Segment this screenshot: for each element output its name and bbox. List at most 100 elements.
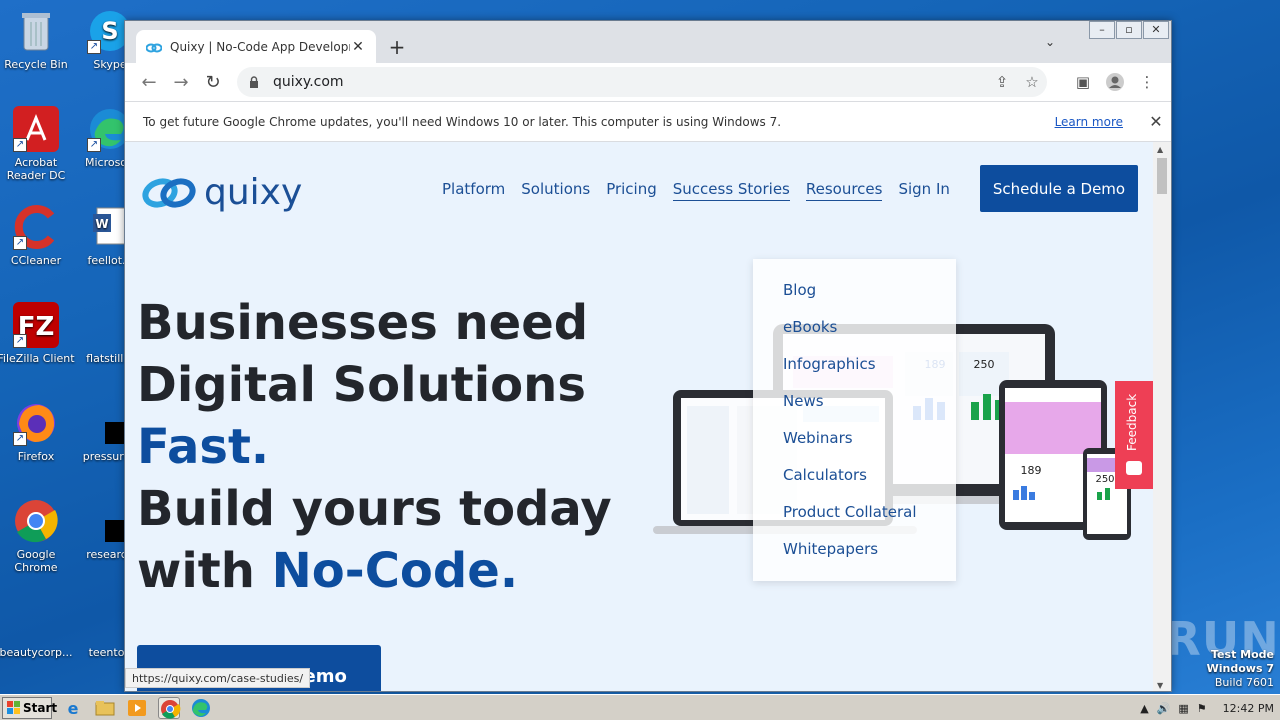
chrome-icon bbox=[13, 498, 59, 544]
internet-explorer-icon[interactable]: e bbox=[62, 697, 84, 719]
desktop-icon-ccleaner[interactable]: ↗ CCleaner bbox=[0, 204, 76, 267]
desktop-icon-label: FileZilla Client bbox=[0, 352, 75, 365]
start-button[interactable]: Start bbox=[2, 696, 57, 719]
nav-pricing[interactable]: Pricing bbox=[606, 180, 657, 201]
desktop-icon-acrobat[interactable]: ↗ Acrobat Reader DC bbox=[0, 106, 76, 182]
dropdown-item-news[interactable]: News bbox=[753, 390, 956, 427]
nav-success-stories[interactable]: Success Stories bbox=[672, 180, 790, 201]
hero-line: Build yours today bbox=[137, 481, 612, 537]
bookmark-star-icon[interactable]: ☆ bbox=[1017, 73, 1047, 91]
stat-value: 250 bbox=[1095, 474, 1114, 485]
new-tab-icon[interactable]: + bbox=[387, 35, 407, 59]
tab-close-icon[interactable]: ✕ bbox=[350, 39, 366, 55]
nav-sign-in[interactable]: Sign In bbox=[898, 180, 949, 201]
maximize-icon[interactable]: ▫ bbox=[1116, 21, 1142, 39]
nav-solutions[interactable]: Solutions bbox=[521, 180, 590, 201]
tab-quixy[interactable]: Quixy | No-Code App Development ✕ bbox=[136, 30, 376, 63]
page-scrollbar[interactable]: ▲ ▼ bbox=[1153, 142, 1171, 691]
infobar-close-icon[interactable]: ✕ bbox=[1141, 112, 1171, 131]
desktop-icon-beautycorp[interactable]: beautycorp... bbox=[0, 596, 76, 659]
window-controls: – ▫ ✕ bbox=[1088, 21, 1169, 39]
hero-line: Digital Solutions bbox=[137, 357, 586, 413]
scroll-thumb[interactable] bbox=[1157, 158, 1167, 194]
schedule-demo-top-button[interactable]: Schedule a Demo bbox=[980, 165, 1138, 212]
desktop-icon-label: CCleaner bbox=[10, 254, 62, 267]
tab-search-chevron-icon[interactable]: ⌄ bbox=[1045, 35, 1055, 49]
url-text: quixy.com bbox=[273, 74, 344, 90]
tab-strip: Quixy | No-Code App Development ✕ + ⌄ – … bbox=[125, 21, 1171, 63]
desktop-icon-firefox[interactable]: ↗ Firefox bbox=[0, 400, 76, 463]
action-center-flag-icon[interactable]: ⚑ bbox=[1197, 702, 1207, 715]
scroll-up-icon[interactable]: ▲ bbox=[1157, 145, 1163, 154]
build-line: Build 7601 bbox=[1214, 676, 1274, 689]
dropdown-item-product-collateral[interactable]: Product Collateral bbox=[753, 501, 956, 538]
back-arrow-icon[interactable]: ← bbox=[133, 72, 165, 93]
ccleaner-icon: ↗ bbox=[13, 204, 59, 250]
desktop-icon-label: Google Chrome bbox=[14, 548, 58, 574]
quixy-logo[interactable]: quixy bbox=[142, 172, 302, 213]
shortcut-arrow-icon: ↗ bbox=[13, 236, 27, 250]
desktop-icon-label: Firefox bbox=[17, 450, 55, 463]
scroll-down-icon[interactable]: ▼ bbox=[1157, 681, 1163, 690]
desktop-icon-google-chrome[interactable]: Google Chrome bbox=[0, 498, 76, 574]
dropdown-item-ebooks[interactable]: eBooks bbox=[753, 316, 956, 353]
dropdown-item-calculators[interactable]: Calculators bbox=[753, 464, 956, 501]
dropdown-item-blog[interactable]: Blog bbox=[753, 279, 956, 316]
shortcut-arrow-icon: ↗ bbox=[87, 40, 101, 54]
nav-resources[interactable]: Resources bbox=[805, 180, 883, 201]
dropdown-item-infographics[interactable]: Infographics bbox=[753, 353, 956, 390]
clock[interactable]: 12:42 PM bbox=[1223, 702, 1274, 715]
tray-expand-icon[interactable]: ▲ bbox=[1140, 702, 1148, 715]
share-icon[interactable]: ⇪ bbox=[987, 73, 1017, 91]
close-window-icon[interactable]: ✕ bbox=[1143, 21, 1169, 39]
infobar-message: To get future Google Chrome updates, you… bbox=[143, 114, 782, 129]
forward-arrow-icon[interactable]: → bbox=[165, 72, 197, 93]
windows-flag-icon bbox=[7, 701, 20, 714]
edge-taskbar-icon[interactable] bbox=[190, 697, 212, 719]
status-bar-url: https://quixy.com/case-studies/ bbox=[125, 668, 311, 688]
feedback-smile-icon bbox=[1126, 461, 1142, 475]
menu-kebab-icon[interactable]: ⋮ bbox=[1131, 69, 1163, 95]
profile-avatar-icon[interactable] bbox=[1099, 69, 1131, 95]
main-nav: Platform Solutions Pricing Success Stori… bbox=[442, 180, 966, 201]
side-panel-icon[interactable]: ▣ bbox=[1067, 69, 1099, 95]
chrome-window: Quixy | No-Code App Development ✕ + ⌄ – … bbox=[124, 20, 1172, 692]
feedback-tab[interactable]: Feedback bbox=[1115, 381, 1153, 489]
page-viewport: quixy Platform Solutions Pricing Success… bbox=[125, 142, 1155, 691]
nav-platform[interactable]: Platform bbox=[442, 180, 505, 201]
shortcut-arrow-icon: ↗ bbox=[13, 432, 27, 446]
hero-headline: Businesses need Digital Solutions Fast. … bbox=[137, 292, 612, 602]
hero-line: with No-Code. bbox=[137, 540, 612, 602]
desktop-icon-filezilla[interactable]: FZ ↗ FileZilla Client bbox=[0, 302, 76, 365]
start-label: Start bbox=[23, 700, 58, 715]
shortcut-arrow-icon: ↗ bbox=[87, 138, 101, 152]
acrobat-icon: ↗ bbox=[13, 106, 59, 152]
reload-icon[interactable]: ↻ bbox=[197, 72, 229, 93]
svg-text:e: e bbox=[68, 699, 79, 718]
system-tray: ▲ 🔊 ▦ ⚑ 12:42 PM bbox=[1132, 695, 1280, 720]
taskbar: Start e ▲ 🔊 ▦ ⚑ 12:42 PM bbox=[0, 694, 1280, 720]
blank-file-icon bbox=[13, 596, 59, 642]
media-player-icon[interactable] bbox=[126, 697, 148, 719]
hero-no-code: No-Code. bbox=[271, 543, 519, 599]
shortcut-arrow-icon: ↗ bbox=[13, 138, 27, 152]
tab-title: Quixy | No-Code App Development bbox=[170, 39, 350, 54]
file-explorer-icon[interactable] bbox=[94, 697, 116, 719]
dropdown-item-webinars[interactable]: Webinars bbox=[753, 427, 956, 464]
desktop-icon-recycle-bin[interactable]: Recycle Bin bbox=[0, 8, 76, 71]
chrome-taskbar-icon[interactable] bbox=[158, 696, 181, 719]
stat-value: 250 bbox=[974, 358, 995, 371]
svg-text:S: S bbox=[101, 17, 118, 45]
dropdown-item-whitepapers[interactable]: Whitepapers bbox=[753, 538, 956, 575]
address-bar[interactable]: quixy.com ⇪ ☆ bbox=[237, 67, 1047, 97]
hero-line: Businesses need bbox=[137, 295, 589, 351]
desktop-icon-label: Recycle Bin bbox=[4, 58, 68, 71]
quixy-logo-icon bbox=[142, 175, 196, 211]
shortcut-arrow-icon: ↗ bbox=[13, 334, 27, 348]
volume-icon[interactable]: 🔊 bbox=[1157, 702, 1171, 715]
network-icon[interactable]: ▦ bbox=[1178, 702, 1188, 715]
desktop-icon-label: Acrobat Reader DC bbox=[6, 156, 66, 182]
minimize-icon[interactable]: – bbox=[1089, 21, 1115, 39]
learn-more-link[interactable]: Learn more bbox=[1055, 115, 1123, 129]
test-mode-notice: Test Mode Windows 7 Build 7601 bbox=[1207, 648, 1274, 690]
